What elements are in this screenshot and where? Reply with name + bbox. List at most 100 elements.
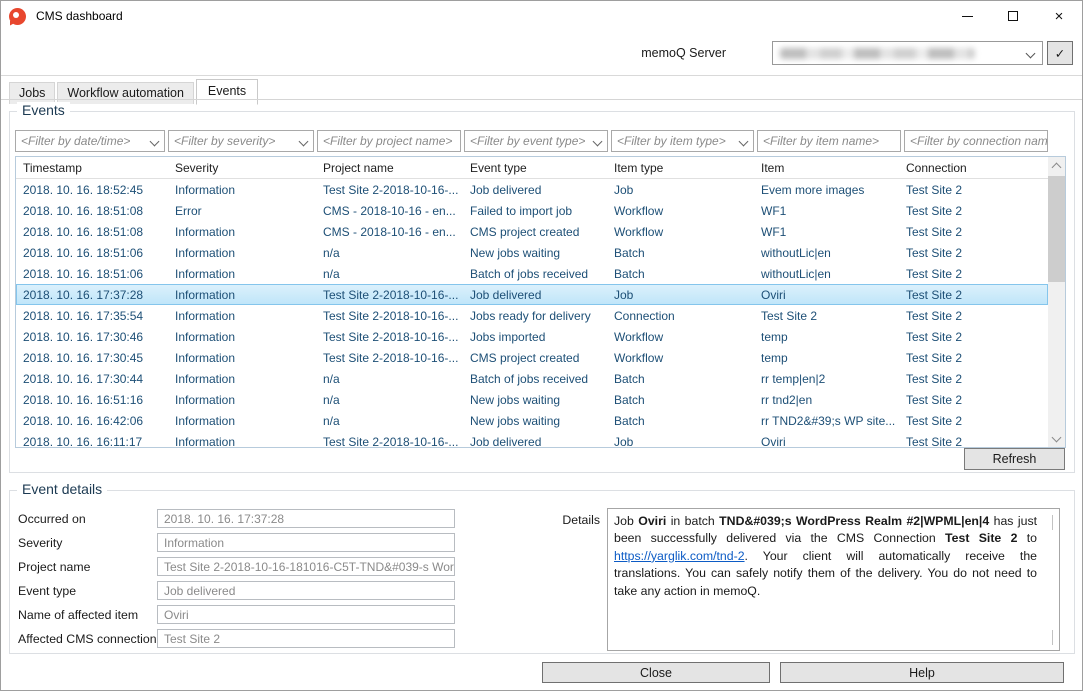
table-row[interactable]: 2018. 10. 16. 17:37:28InformationTest Si… bbox=[16, 284, 1048, 305]
table-row[interactable]: 2018. 10. 16. 18:52:45InformationTest Si… bbox=[16, 179, 1048, 200]
field-value: Test Site 2-2018-10-16-181016-C5T-TND&#0… bbox=[157, 557, 455, 576]
table-row[interactable]: 2018. 10. 16. 18:51:08ErrorCMS - 2018-10… bbox=[16, 200, 1048, 221]
cell: Test Site 2 bbox=[899, 393, 1048, 407]
cell: n/a bbox=[316, 267, 463, 281]
minimize-button[interactable] bbox=[944, 1, 990, 31]
column-header-timestamp[interactable]: Timestamp bbox=[16, 161, 168, 175]
filter-placeholder: <Filter by event type> bbox=[470, 134, 585, 148]
cell: 2018. 10. 16. 16:42:06 bbox=[16, 414, 168, 428]
cell: Batch bbox=[607, 372, 754, 386]
cell: Batch of jobs received bbox=[463, 267, 607, 281]
field-value: Information bbox=[157, 533, 455, 552]
cell: Information bbox=[168, 225, 316, 239]
table-row[interactable]: 2018. 10. 16. 17:35:54InformationTest Si… bbox=[16, 305, 1048, 326]
cell: Information bbox=[168, 372, 316, 386]
table-row[interactable]: 2018. 10. 16. 16:42:06Informationn/aNew … bbox=[16, 410, 1048, 431]
column-header-connection[interactable]: Connection bbox=[899, 161, 1048, 175]
tab-jobs[interactable]: Jobs bbox=[9, 82, 55, 104]
table-scrollbar[interactable] bbox=[1048, 157, 1065, 447]
server-confirm-button[interactable]: ✓ bbox=[1047, 41, 1073, 65]
column-header-event-type[interactable]: Event type bbox=[463, 161, 607, 175]
event-details-group-title: Event details bbox=[17, 481, 107, 497]
details-scroll-down-button[interactable] bbox=[1052, 630, 1053, 644]
cell: n/a bbox=[316, 246, 463, 260]
tab-workflow-automation[interactable]: Workflow automation bbox=[57, 82, 194, 104]
field-occurred-on: Occurred on2018. 10. 16. 17:37:28 bbox=[18, 509, 455, 528]
chevron-down-icon bbox=[739, 137, 749, 147]
server-select[interactable] bbox=[772, 41, 1043, 65]
field-label: Name of affected item bbox=[18, 608, 157, 622]
cell: Job delivered bbox=[463, 183, 607, 197]
close-button[interactable]: Close bbox=[542, 662, 770, 683]
details-text: Job Oviri in batch TND&#039;s WordPress … bbox=[614, 513, 1037, 600]
cell: Jobs ready for delivery bbox=[463, 309, 607, 323]
field-label: Project name bbox=[18, 560, 157, 574]
maximize-icon bbox=[1008, 11, 1018, 21]
table-row[interactable]: 2018. 10. 16. 16:51:16Informationn/aNew … bbox=[16, 389, 1048, 410]
server-label: memoQ Server bbox=[641, 46, 726, 60]
column-header-item[interactable]: Item bbox=[754, 161, 899, 175]
details-textbox[interactable]: Job Oviri in batch TND&#039;s WordPress … bbox=[607, 508, 1060, 651]
help-button[interactable]: Help bbox=[780, 662, 1064, 683]
cell: Batch bbox=[607, 267, 754, 281]
cell: Information bbox=[168, 267, 316, 281]
table-row[interactable]: 2018. 10. 16. 17:30:46InformationTest Si… bbox=[16, 326, 1048, 347]
tab-events[interactable]: Events bbox=[196, 79, 258, 105]
refresh-button[interactable]: Refresh bbox=[964, 448, 1065, 470]
filter-filter-by-connection-name[interactable]: <Filter by connection name> bbox=[904, 130, 1048, 152]
filter-filter-by-project-name[interactable]: <Filter by project name> bbox=[317, 130, 461, 152]
field-value: Oviri bbox=[157, 605, 455, 624]
table-row[interactable]: 2018. 10. 16. 18:51:08InformationCMS - 2… bbox=[16, 221, 1048, 242]
field-label: Severity bbox=[18, 536, 157, 550]
scroll-up-button[interactable] bbox=[1048, 157, 1065, 174]
filter-filter-by-item-name[interactable]: <Filter by item name> bbox=[757, 130, 901, 152]
column-header-severity[interactable]: Severity bbox=[168, 161, 316, 175]
cell: Test Site 2-2018-10-16-... bbox=[316, 183, 463, 197]
table-row[interactable]: 2018. 10. 16. 18:51:06Informationn/aNew … bbox=[16, 242, 1048, 263]
details-scroll-up-button[interactable] bbox=[1052, 515, 1053, 529]
cell: Test Site 2 bbox=[899, 183, 1048, 197]
cell: Job bbox=[607, 288, 754, 302]
chevron-up-icon bbox=[1052, 162, 1062, 172]
details-segment: TND&#039;s WordPress Realm #2|WPML|en|4 bbox=[719, 514, 989, 528]
cell: WF1 bbox=[754, 204, 899, 218]
filter-filter-by-severity[interactable]: <Filter by severity> bbox=[168, 130, 314, 152]
server-value-redacted bbox=[780, 48, 975, 59]
filter-row: <Filter by date/time> <Filter by severity… bbox=[15, 130, 1048, 152]
cell: Test Site 2 bbox=[899, 309, 1048, 323]
title-bar: CMS dashboard × bbox=[1, 1, 1082, 31]
cell: CMS - 2018-10-16 - en... bbox=[316, 204, 463, 218]
column-header-project-name[interactable]: Project name bbox=[316, 161, 463, 175]
cell: 2018. 10. 16. 18:51:08 bbox=[16, 225, 168, 239]
filter-placeholder: <Filter by project name> bbox=[323, 134, 452, 148]
cell: Test Site 2 bbox=[899, 330, 1048, 344]
cell: n/a bbox=[316, 372, 463, 386]
cell: Information bbox=[168, 330, 316, 344]
close-window-button[interactable]: × bbox=[1036, 1, 1082, 31]
details-link[interactable]: https://yarglik.com/tnd-2 bbox=[614, 549, 745, 563]
cell: 2018. 10. 16. 17:30:44 bbox=[16, 372, 168, 386]
table-row[interactable]: 2018. 10. 16. 17:30:45InformationTest Si… bbox=[16, 347, 1048, 368]
scrollbar-thumb[interactable] bbox=[1048, 176, 1065, 282]
filter-filter-by-item-type[interactable]: <Filter by item type> bbox=[611, 130, 754, 152]
table-row[interactable]: 2018. 10. 16. 18:51:06Informationn/aBatc… bbox=[16, 263, 1048, 284]
table-row[interactable]: 2018. 10. 16. 17:30:44Informationn/a Batc… bbox=[16, 368, 1048, 389]
cell: 2018. 10. 16. 17:35:54 bbox=[16, 309, 168, 323]
table-row[interactable]: 2018. 10. 16. 16:11:17InformationTest Si… bbox=[16, 431, 1048, 447]
maximize-button[interactable] bbox=[990, 1, 1036, 31]
cell: New jobs waiting bbox=[463, 414, 607, 428]
checkmark-icon: ✓ bbox=[1055, 46, 1065, 61]
field-name-of-affected-item: Name of affected itemOviri bbox=[18, 605, 455, 624]
scroll-down-button[interactable] bbox=[1048, 430, 1065, 447]
column-header-item-type[interactable]: Item type bbox=[607, 161, 754, 175]
cell: temp bbox=[754, 330, 899, 344]
cell: 2018. 10. 16. 16:11:17 bbox=[16, 435, 168, 448]
server-row: memoQ Server ✓ bbox=[641, 41, 1073, 65]
cell: Information bbox=[168, 246, 316, 260]
cell: Failed to import job bbox=[463, 204, 607, 218]
cell: n/a bbox=[316, 414, 463, 428]
filter-placeholder: <Filter by severity> bbox=[174, 134, 275, 148]
filter-filter-by-date-time[interactable]: <Filter by date/time> bbox=[15, 130, 165, 152]
filter-filter-by-event-type[interactable]: <Filter by event type> bbox=[464, 130, 608, 152]
cell: rr tnd2|en bbox=[754, 393, 899, 407]
